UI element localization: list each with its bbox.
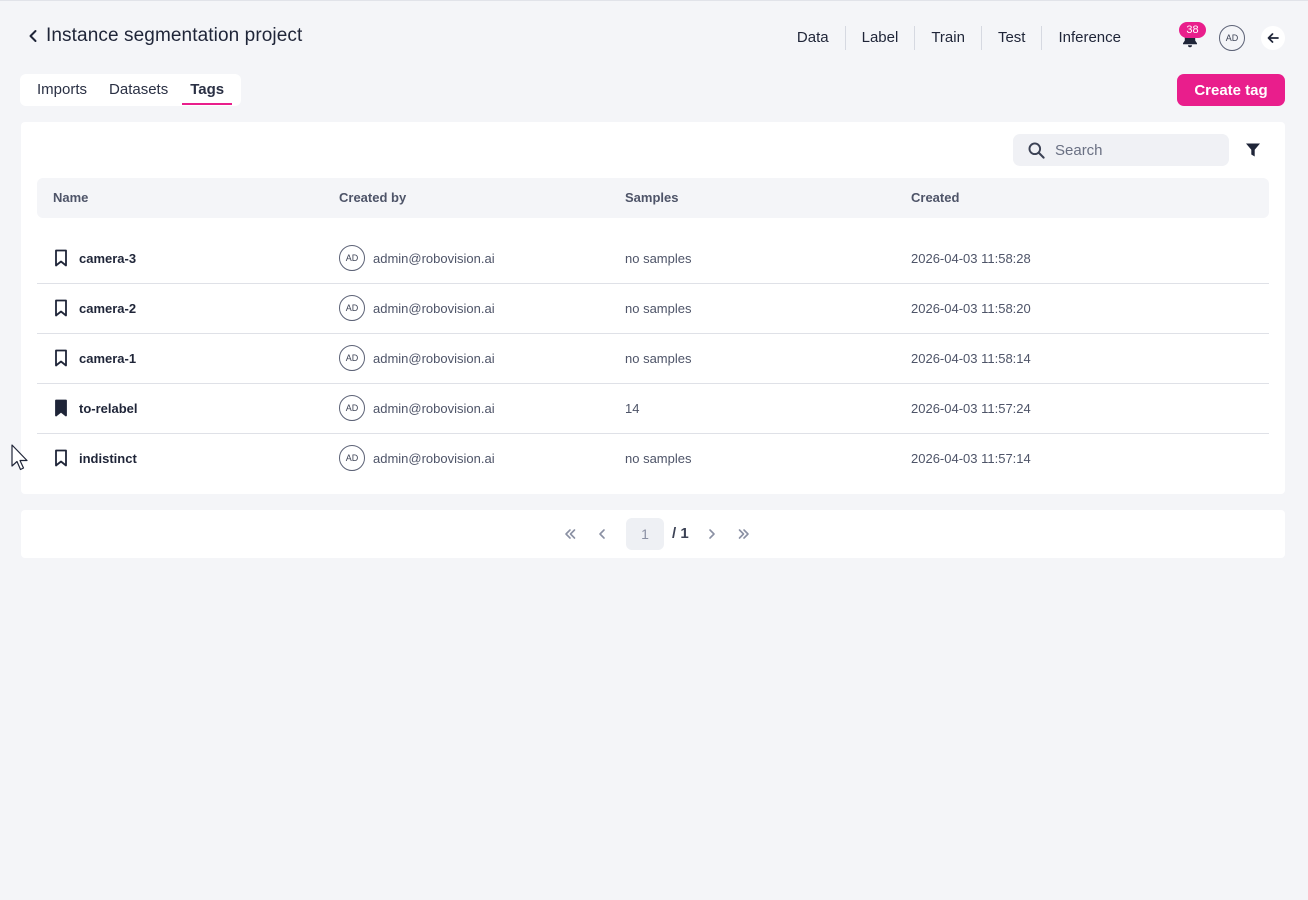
app-header: Instance segmentation project Data Label… <box>0 1 1308 75</box>
created-date-cell: 2026-04-03 11:58:20 <box>911 300 1031 316</box>
tag-name-cell: to-relabel <box>53 384 138 432</box>
created-date-cell: 2026-04-03 11:57:14 <box>911 450 1031 466</box>
table-header: Name Created by Samples Created <box>37 178 1269 218</box>
chevron-right-icon <box>709 529 715 539</box>
create-tag-button[interactable]: Create tag <box>1177 74 1285 106</box>
created-date-cell: 2026-04-03 11:57:24 <box>911 400 1031 416</box>
column-header-created[interactable]: Created <box>911 178 959 218</box>
first-page-button[interactable] <box>558 522 582 546</box>
page-total: / 1 <box>672 525 689 542</box>
tag-name: camera-2 <box>79 300 137 316</box>
previous-page-button[interactable] <box>590 522 614 546</box>
user-avatar: AD <box>339 395 365 421</box>
tag-name: indistinct <box>79 450 137 466</box>
table-row[interactable]: camera-3 AD admin@robovision.ai no samples 2… <box>37 234 1269 284</box>
user-avatar: AD <box>339 245 365 271</box>
tab-datasets[interactable]: Datasets <box>98 74 179 106</box>
creator-email: admin@robovision.ai <box>373 350 495 366</box>
created-by-cell: AD admin@robovision.ai <box>339 284 495 332</box>
search-input[interactable] <box>1055 141 1215 159</box>
created-by-cell: AD admin@robovision.ai <box>339 234 495 282</box>
page-number-input[interactable] <box>626 518 664 550</box>
creator-email: admin@robovision.ai <box>373 450 495 466</box>
section-tabs: Imports Datasets Tags <box>20 74 242 106</box>
table-row[interactable]: to-relabel AD admin@robovision.ai 14 2026-04… <box>37 384 1269 434</box>
created-by-cell: AD admin@robovision.ai <box>339 334 495 382</box>
last-page-button[interactable] <box>732 522 756 546</box>
user-avatar: AD <box>339 345 365 371</box>
column-header-samples[interactable]: Samples <box>625 178 678 218</box>
user-avatar: AD <box>339 445 365 471</box>
back-to-projects[interactable]: Instance segmentation project <box>26 25 302 47</box>
notification-count-badge: 38 <box>1179 22 1206 38</box>
tag-name-cell: camera-2 <box>53 284 136 332</box>
tag-name: camera-1 <box>79 350 137 366</box>
tag-name-cell: camera-1 <box>53 334 136 382</box>
top-navigation: Data Label Train Test Inference <box>781 25 1137 51</box>
chevron-left-icon <box>29 30 37 42</box>
tag-name-cell: indistinct <box>53 434 137 482</box>
nav-train[interactable]: Train <box>915 26 982 50</box>
page-title: Instance segmentation project <box>46 25 303 46</box>
chevrons-left-icon <box>565 529 576 539</box>
samples-cell: no samples <box>625 300 692 316</box>
column-header-created-by[interactable]: Created by <box>339 178 406 218</box>
bookmark-filled-icon <box>55 399 67 417</box>
user-avatar[interactable]: AD <box>1219 25 1245 51</box>
creator-email: admin@robovision.ai <box>373 250 495 266</box>
table-row[interactable]: camera-2 AD admin@robovision.ai no samples 2… <box>37 284 1269 334</box>
search-box <box>1013 134 1229 166</box>
logout-button[interactable] <box>1261 26 1285 50</box>
arrow-left-icon <box>1267 33 1279 43</box>
mouse-cursor-icon <box>11 444 28 471</box>
table-body: camera-3 AD admin@robovision.ai no samples 2… <box>37 234 1269 484</box>
nav-data[interactable]: Data <box>781 26 846 50</box>
table-row[interactable]: indistinct AD admin@robovision.ai no sample… <box>37 434 1269 484</box>
user-avatar: AD <box>339 295 365 321</box>
nav-label[interactable]: Label <box>846 26 916 50</box>
samples-cell: 14 <box>625 400 640 416</box>
samples-cell: no samples <box>625 250 692 266</box>
next-page-button[interactable] <box>700 522 724 546</box>
tab-imports[interactable]: Imports <box>26 74 98 106</box>
creator-email: admin@robovision.ai <box>373 300 495 316</box>
created-date-cell: 2026-04-03 11:58:28 <box>911 250 1031 266</box>
pagination: / 1 <box>21 510 1285 558</box>
created-date-cell: 2026-04-03 11:58:14 <box>911 350 1031 366</box>
bookmark-icon <box>55 299 67 317</box>
samples-cell: no samples <box>625 450 692 466</box>
bookmark-icon <box>55 349 67 367</box>
samples-cell: no samples <box>625 350 692 366</box>
search-icon <box>1028 142 1045 159</box>
tag-name: camera-3 <box>79 250 137 266</box>
tags-table-card: Name Created by Samples Created camera-3… <box>21 122 1285 494</box>
chevron-left-icon <box>599 529 605 539</box>
tab-tags[interactable]: Tags <box>179 74 235 106</box>
bookmark-icon <box>55 449 67 467</box>
chevrons-right-icon <box>738 529 749 539</box>
tag-name-cell: camera-3 <box>53 234 136 282</box>
created-by-cell: AD admin@robovision.ai <box>339 434 495 482</box>
table-row[interactable]: camera-1 AD admin@robovision.ai no samples 2… <box>37 334 1269 384</box>
creator-email: admin@robovision.ai <box>373 400 495 416</box>
bookmark-icon <box>55 249 67 267</box>
column-header-name[interactable]: Name <box>53 178 88 218</box>
filter-icon[interactable] <box>1244 141 1262 159</box>
nav-test[interactable]: Test <box>982 26 1043 50</box>
nav-inference[interactable]: Inference <box>1042 26 1137 50</box>
created-by-cell: AD admin@robovision.ai <box>339 384 495 432</box>
tag-name: to-relabel <box>79 400 138 416</box>
